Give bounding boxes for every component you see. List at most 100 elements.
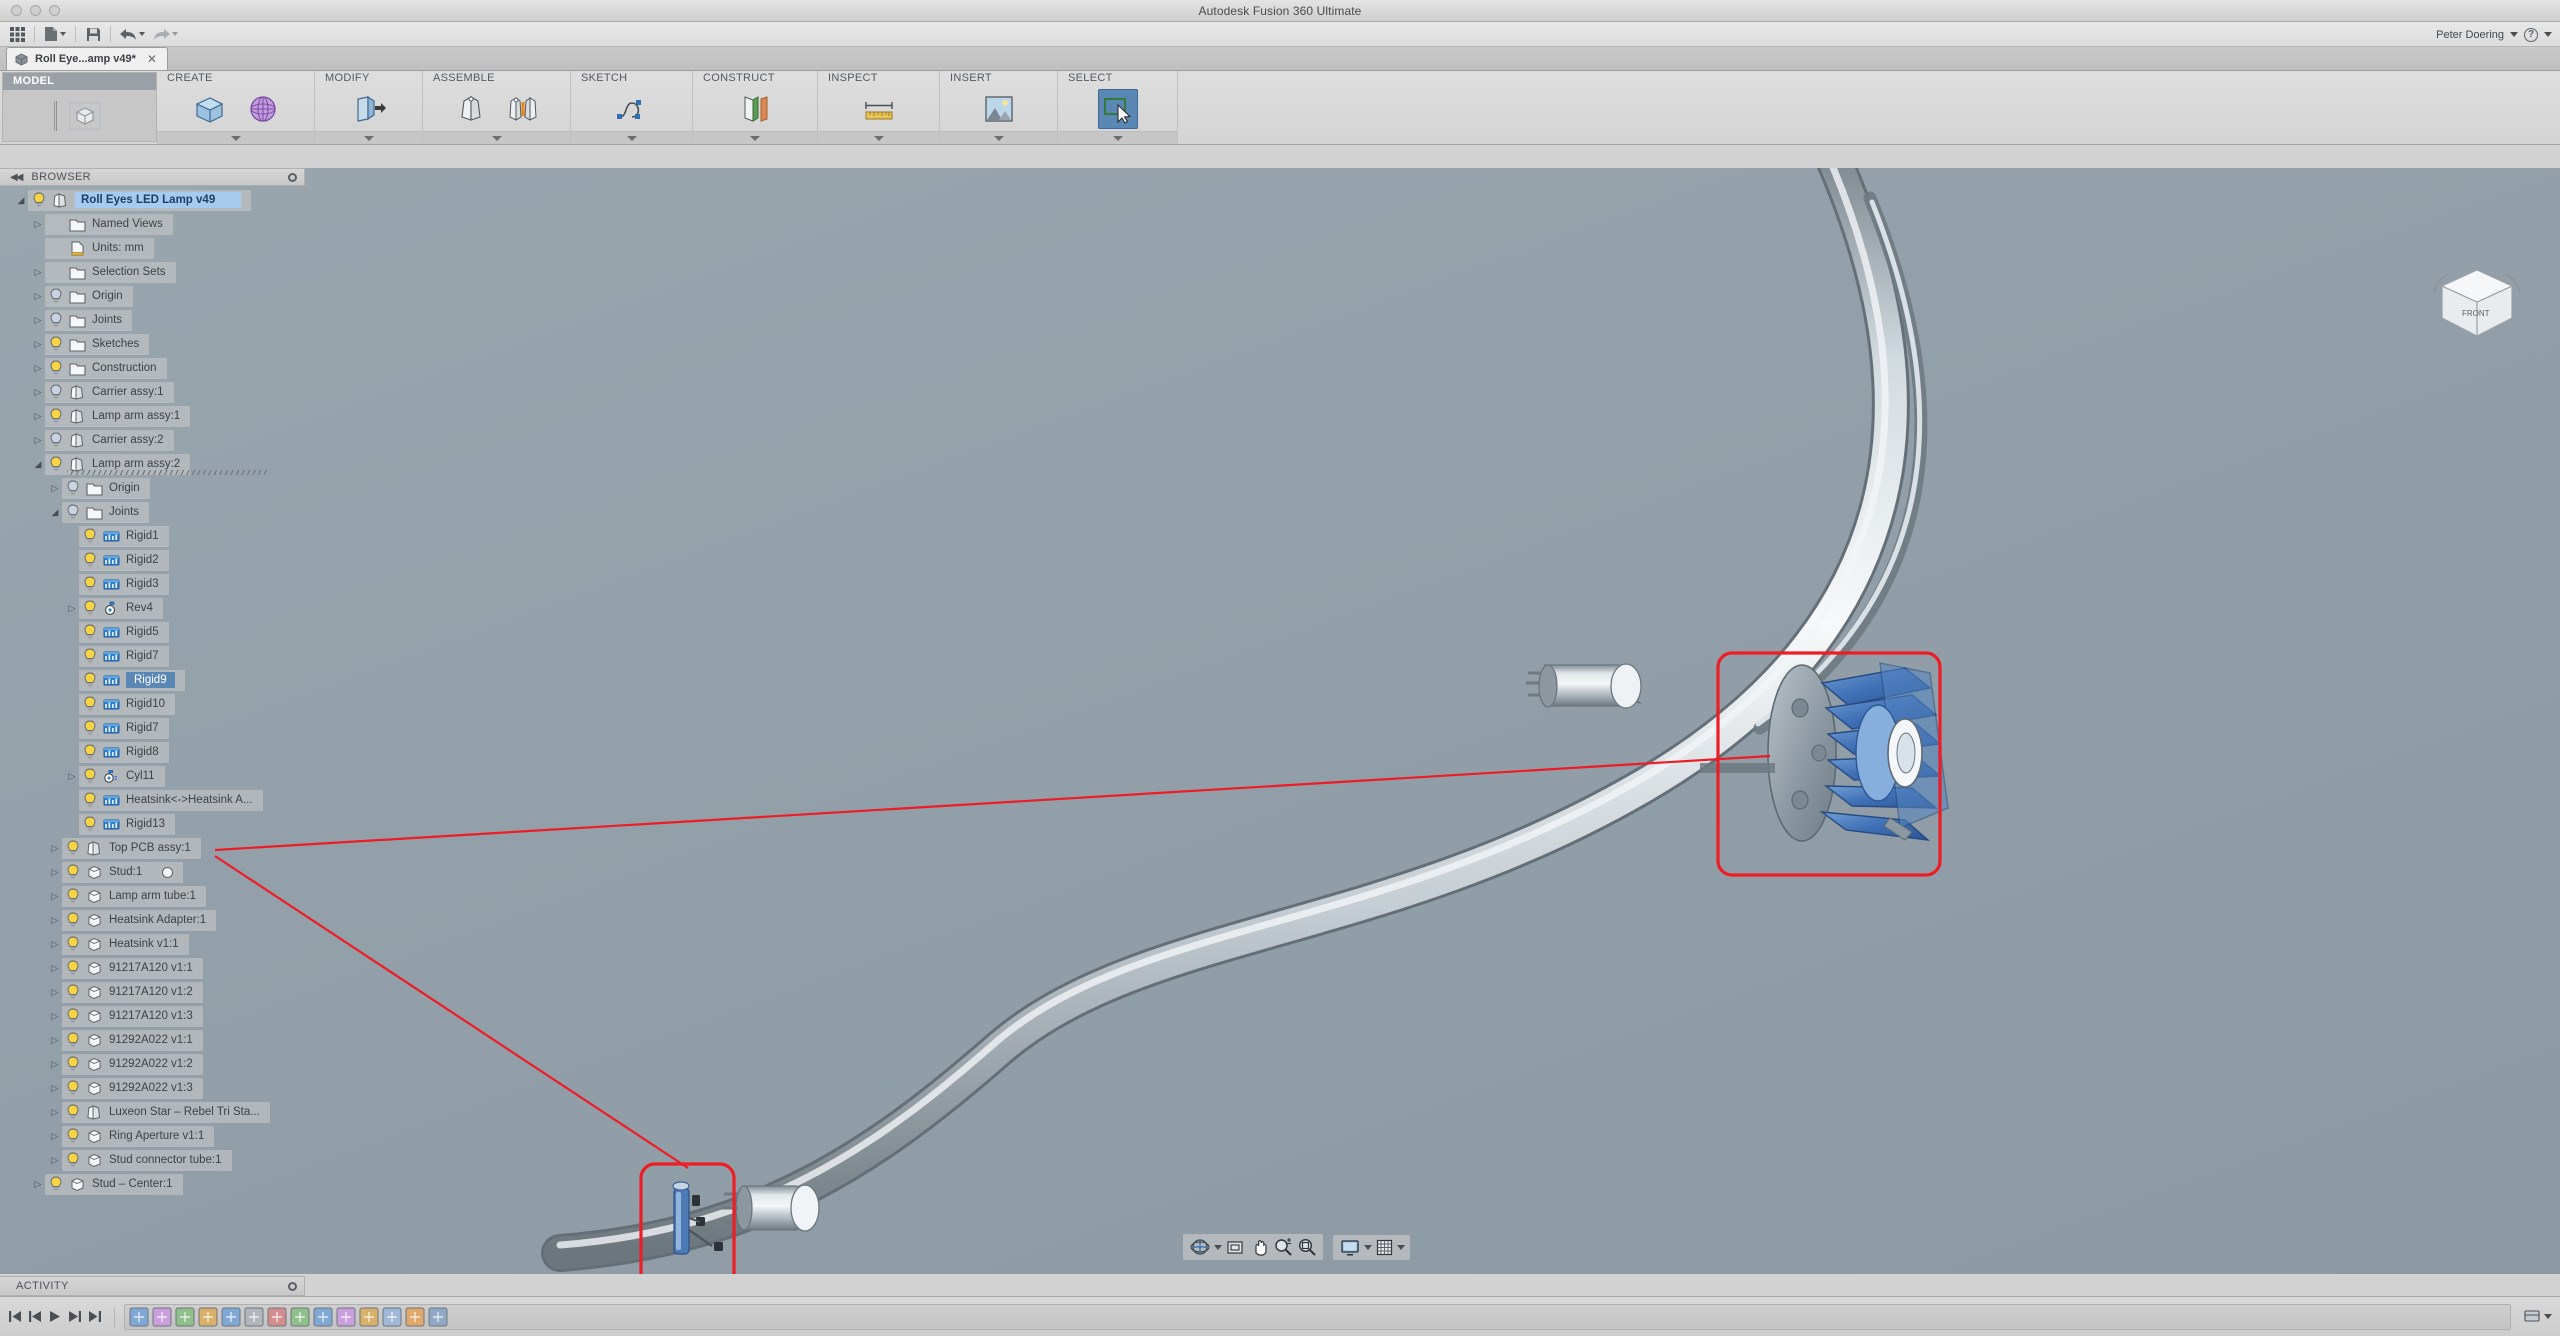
tree-expand-arrow-closed[interactable] (48, 1155, 62, 1166)
timeline-dropdown-caret-icon[interactable] (2544, 1314, 2552, 1319)
timeline-track[interactable] (124, 1303, 2511, 1330)
tree-item-content[interactable]: Carrier assy:1 (45, 381, 174, 403)
visibility-bulb-icon[interactable] (83, 696, 97, 712)
tree-item[interactable]: Top PCB assy:1 (0, 836, 320, 860)
tree-expand-arrow-closed[interactable] (31, 435, 45, 446)
tree-item-content[interactable]: 91292A022 v1:3 (62, 1077, 203, 1099)
tree-expand-arrow-closed[interactable] (48, 939, 62, 950)
skip-end-button[interactable] (86, 1308, 103, 1325)
visibility-bulb-icon[interactable] (66, 936, 80, 952)
browser-tree[interactable]: Roll Eyes LED Lamp v49 Named Views Units: … (0, 188, 320, 1196)
grid-dropdown-caret-icon[interactable] (1397, 1244, 1405, 1250)
tree-expand-arrow-closed[interactable] (48, 963, 62, 974)
visibility-bulb-icon[interactable] (83, 768, 97, 784)
tree-item-content[interactable]: Sketches (45, 333, 150, 355)
tree-item[interactable]: Rigid8 (0, 740, 320, 764)
tree-item[interactable]: Rigid7 (0, 716, 320, 740)
tree-item-content[interactable]: Rev4 (79, 597, 163, 619)
tree-item-content[interactable]: Stud – Center:1 (45, 1173, 183, 1195)
file-menu-caret-icon[interactable] (60, 32, 66, 36)
select-panel-expand[interactable] (1058, 131, 1177, 144)
tree-expand-arrow-closed[interactable] (31, 219, 45, 230)
timeline-feature[interactable] (404, 1306, 426, 1328)
visibility-bulb-icon[interactable] (49, 360, 63, 376)
redo-caret-icon[interactable] (172, 32, 178, 36)
zoom-window-button[interactable] (1296, 1237, 1318, 1257)
tree-item-content[interactable]: Carrier assy:2 (45, 429, 174, 451)
tree-item-content[interactable]: Ring Aperture v1:1 (62, 1125, 215, 1147)
tree-item-content[interactable]: Heatsink Adapter:1 (62, 909, 217, 931)
step-forward-button[interactable] (66, 1308, 83, 1325)
tree-expand-arrow-closed[interactable] (48, 843, 62, 854)
fit-button[interactable] (1224, 1238, 1246, 1256)
visibility-bulb-icon[interactable] (49, 384, 63, 400)
tree-item[interactable]: 91217A120 v1:3 (0, 1004, 320, 1028)
tree-item-content[interactable]: Stud connector tube:1 (62, 1149, 232, 1171)
tree-item-content[interactable]: Origin (62, 477, 150, 499)
workspace-switcher-button[interactable] (65, 96, 105, 136)
tree-item[interactable]: 91292A022 v1:2 (0, 1052, 320, 1076)
tree-item[interactable]: Rigid13 (0, 812, 320, 836)
tree-expand-arrow-open[interactable] (14, 195, 28, 206)
tree-expand-arrow-closed[interactable] (31, 291, 45, 302)
view-cube-icon[interactable]: FRONT (2422, 256, 2532, 351)
visibility-bulb-icon[interactable] (83, 816, 97, 832)
user-name-label[interactable]: Peter Doering (2436, 29, 2504, 41)
visibility-bulb-icon[interactable] (66, 864, 80, 880)
tree-expand-arrow-closed[interactable] (31, 339, 45, 350)
gear-icon[interactable] (288, 172, 297, 182)
insert-panel-expand[interactable] (940, 131, 1057, 144)
tree-expand-arrow-closed[interactable] (48, 915, 62, 926)
tree-expand-arrow-closed[interactable] (65, 603, 79, 614)
tree-item-content[interactable]: 91217A120 v1:1 (62, 957, 203, 979)
timeline-feature[interactable] (197, 1306, 219, 1328)
visibility-bulb-icon[interactable] (49, 288, 63, 304)
timeline-settings-button[interactable] (2523, 1308, 2540, 1325)
visibility-bulb-icon[interactable] (66, 504, 80, 520)
new-component-button[interactable] (451, 89, 491, 129)
visibility-bulb-icon[interactable] (66, 912, 80, 928)
tree-item[interactable]: Carrier assy:2 (0, 428, 320, 452)
visibility-bulb-icon[interactable] (49, 312, 63, 328)
close-icon[interactable]: ✕ (147, 52, 157, 66)
tree-expand-arrow-closed[interactable] (48, 1083, 62, 1094)
pan-button[interactable] (1248, 1237, 1270, 1257)
timeline-feature[interactable] (266, 1306, 288, 1328)
tree-expand-arrow-closed[interactable] (48, 1107, 62, 1118)
joint-button[interactable] (503, 89, 543, 129)
visibility-bulb-icon[interactable] (49, 408, 63, 424)
document-tab[interactable]: Roll Eye...amp v49* ✕ (6, 47, 168, 70)
viewport-3d[interactable]: FRONT (0, 168, 2560, 1274)
timeline-feature[interactable] (128, 1306, 150, 1328)
visibility-bulb-icon[interactable] (66, 840, 80, 856)
tree-item-content[interactable]: Luxeon Star – Rebel Tri Sta... (62, 1101, 270, 1123)
tree-item-content[interactable]: 91217A120 v1:3 (62, 1005, 203, 1027)
view-cube[interactable]: FRONT (2422, 256, 2532, 351)
timeline-feature[interactable] (243, 1306, 265, 1328)
tree-item[interactable]: Rigid10 (0, 692, 320, 716)
skip-start-button[interactable] (6, 1308, 23, 1325)
tree-item-content[interactable]: Lamp arm assy:1 (45, 405, 191, 427)
select-window-button[interactable] (1097, 89, 1138, 129)
tree-item-content[interactable]: Rigid13 (79, 813, 175, 835)
tree-item-content[interactable]: Rigid2 (79, 549, 169, 571)
visibility-bulb-icon[interactable] (66, 1008, 80, 1024)
tree-item-content[interactable]: Rigid10 (79, 693, 175, 715)
press-pull-button[interactable] (349, 89, 389, 129)
file-menu-icon[interactable] (41, 23, 69, 45)
inspect-panel-expand[interactable] (818, 131, 939, 144)
data-panel-grid-icon[interactable] (6, 23, 28, 45)
help-menu-caret-icon[interactable] (2544, 32, 2552, 37)
sketch-panel-expand[interactable] (571, 131, 692, 144)
tree-item-content[interactable]: 91217A120 v1:2 (62, 981, 203, 1003)
tree-item[interactable]: Rev4 (0, 596, 320, 620)
tree-item[interactable]: 91217A120 v1:1 (0, 956, 320, 980)
tree-item-content[interactable]: Lamp arm tube:1 (62, 885, 206, 907)
timeline-feature[interactable] (151, 1306, 173, 1328)
tree-item[interactable]: Carrier assy:1 (0, 380, 320, 404)
create-box-button[interactable] (189, 89, 229, 129)
visibility-bulb-icon[interactable] (83, 600, 97, 616)
tree-item[interactable]: Selection Sets (0, 260, 320, 284)
visibility-bulb-icon[interactable] (83, 648, 97, 664)
save-icon[interactable] (82, 23, 104, 45)
